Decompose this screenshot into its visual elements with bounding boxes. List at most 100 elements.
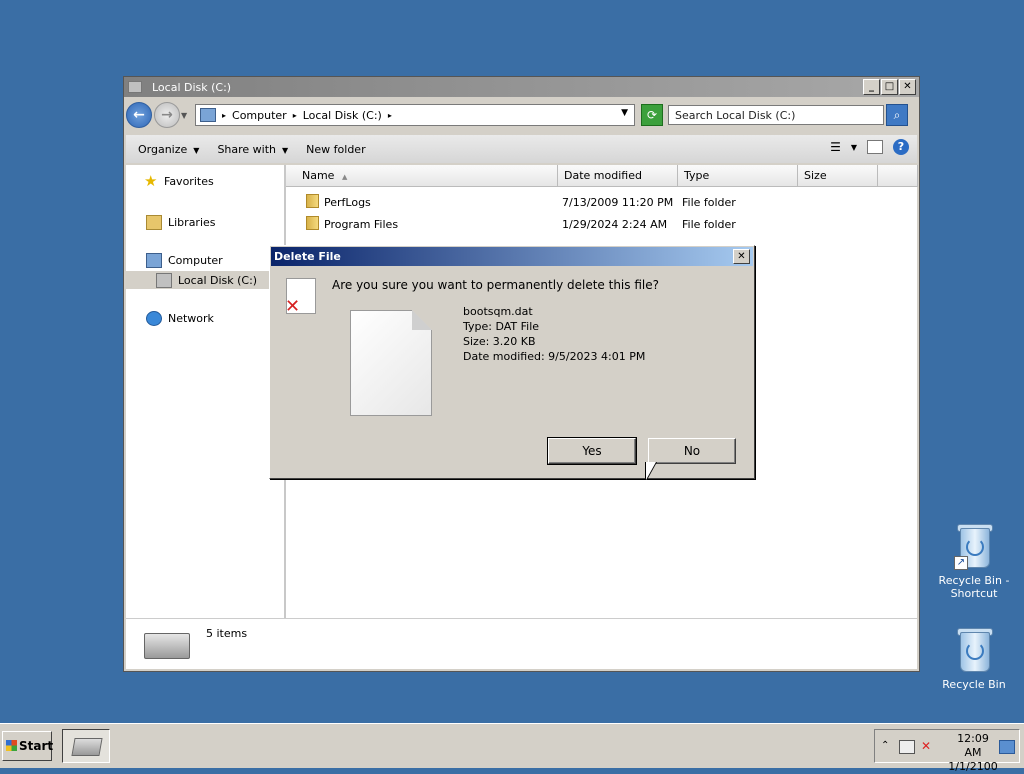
file-date-modified: Date modified: 9/5/2023 4:01 PM [463,350,646,363]
folder-icon [306,216,319,230]
breadcrumb-computer[interactable]: Computer [232,109,287,122]
column-header-date-modified[interactable]: Date modified [558,165,678,187]
star-icon: ★ [144,172,158,190]
mouse-cursor-icon [646,462,656,480]
file-size: Size: 3.20 KB [463,335,536,348]
file-name: Program Files [324,218,399,231]
recycle-bin-icon: ↗ [952,522,996,570]
column-header-spacer [878,165,918,187]
view-options-icon[interactable]: ☰ [830,140,841,154]
minimize-button[interactable]: _ [863,79,880,95]
column-header-size[interactable]: Size [798,165,878,187]
file-type: File folder [682,196,736,209]
desktop-icon-recycle-bin[interactable]: Recycle Bin [934,626,1014,691]
item-count: 5 items [206,627,248,640]
clock-time: 12:09 AM [957,732,989,759]
preview-pane-icon[interactable] [867,140,883,154]
nav-item-label: Network [168,312,214,325]
column-header-label: Name [302,169,335,182]
address-dropdown-icon[interactable]: ▼ [621,108,628,118]
desktop-icon-recycle-bin-shortcut[interactable]: ↗ Recycle Bin - Shortcut [934,522,1014,600]
address-bar-row: ← → ▼ ▸ Computer ▸ Local Disk (C:) ▸ ▼ ⟳… [126,99,917,131]
drive-icon [128,81,142,93]
shortcut-arrow-icon: ↗ [954,556,968,570]
share-with-button[interactable]: Share with ▼ [217,143,288,156]
table-row[interactable]: PerfLogs 7/13/2009 11:20 PM File folder [286,193,917,213]
column-header-name[interactable]: Name ▲ [286,165,558,187]
file-details: bootsqm.dat Type: DAT File Size: 3.20 KB… [463,304,645,364]
computer-icon [146,253,162,268]
nav-item-label: Local Disk (C:) [178,273,258,287]
organize-label: Organize [138,142,188,156]
delete-file-dialog: Delete File ✕ ✕ Are you sure you want to… [269,245,755,479]
nav-item-label: Favorites [164,175,214,188]
dialog-close-button[interactable]: ✕ [733,249,750,264]
file-name: bootsqm.dat [463,305,533,318]
nav-item-network[interactable]: Network [146,311,214,326]
show-desktop-icon[interactable] [999,740,1015,754]
organize-button[interactable]: Organize ▼ [138,143,199,156]
file-thumbnail-icon [350,310,432,416]
nav-item-label: Computer [168,254,223,267]
clock-date: 1/1/2100 [948,760,998,773]
file-type: File folder [682,218,736,231]
drive-icon [156,272,172,288]
help-icon[interactable]: ? [893,139,909,155]
nav-item-favorites[interactable]: ★ Favorites [144,172,214,190]
dialog-titlebar[interactable]: Delete File ✕ [271,247,753,266]
yes-button[interactable]: Yes [547,437,637,465]
delete-file-icon: ✕ [285,278,316,317]
taskbar-explorer-button[interactable] [62,729,110,763]
share-with-label: Share with [217,142,277,156]
nav-item-local-disk[interactable]: Local Disk (C:) [126,271,284,289]
details-pane: 5 items [126,618,917,669]
chevron-down-icon: ▼ [193,145,200,155]
address-box[interactable]: ▸ Computer ▸ Local Disk (C:) ▸ ▼ [195,104,635,126]
maximize-button[interactable]: □ [881,79,898,95]
show-hidden-icons-icon[interactable]: ⌃ [881,740,889,751]
chevron-right-icon[interactable]: ▸ [293,111,297,120]
breadcrumb-local-disk[interactable]: Local Disk (C:) [303,109,382,122]
command-bar: Organize ▼ Share with ▼ New folder ☰ ▼ ? [126,135,917,163]
back-button[interactable]: ← [126,102,152,128]
chevron-down-icon[interactable]: ▼ [851,143,857,152]
sort-ascending-icon: ▲ [341,173,348,181]
close-button[interactable]: ✕ [899,79,916,95]
file-name: PerfLogs [324,196,371,209]
desktop-icon-label: Shortcut [950,587,998,600]
no-button[interactable]: No [648,438,736,464]
desktop-icon-label: Recycle Bin - [938,574,1010,587]
forward-button[interactable]: → [154,102,180,128]
dialog-question: Are you sure you want to permanently del… [332,278,659,292]
drive-icon [144,633,190,659]
start-button[interactable]: Start [2,731,53,761]
nav-item-libraries[interactable]: Libraries [146,215,216,230]
chevron-right-icon[interactable]: ▸ [222,111,226,120]
nav-item-label: Libraries [168,216,216,229]
nav-item-computer[interactable]: Computer [146,253,223,268]
network-status-icon[interactable] [899,740,915,754]
computer-icon [200,108,216,122]
window-title: Local Disk (C:) [152,80,232,94]
recycle-bin-icon [952,626,996,674]
dialog-title: Delete File [274,250,341,263]
libraries-icon [146,215,162,230]
navigation-pane: ★ Favorites Libraries Computer Local Dis… [126,165,286,621]
file-date: 7/13/2009 11:20 PM [562,196,674,209]
file-type: Type: DAT File [463,320,540,333]
search-input[interactable]: Search Local Disk (C:) [668,105,884,125]
folder-icon [306,194,319,208]
windows-logo-icon [6,740,17,751]
window-titlebar[interactable]: Local Disk (C:) _ □ ✕ [124,77,919,97]
column-header-type[interactable]: Type [678,165,798,187]
volume-muted-icon[interactable]: ✕ [921,740,935,752]
refresh-button[interactable]: ⟳ [641,104,663,126]
recent-pages-dropdown[interactable]: ▼ [181,111,191,120]
table-row[interactable]: Program Files 1/29/2024 2:24 AM File fol… [286,215,917,235]
chevron-down-icon: ▼ [282,145,289,155]
search-icon[interactable]: ⌕ [886,104,908,126]
chevron-right-icon[interactable]: ▸ [388,111,392,120]
taskbar: Start ⌃ ✕ 12:09 AM 1/1/2100 [0,723,1024,773]
system-tray: ⌃ ✕ 12:09 AM 1/1/2100 [874,729,1020,773]
new-folder-button[interactable]: New folder [306,143,365,156]
